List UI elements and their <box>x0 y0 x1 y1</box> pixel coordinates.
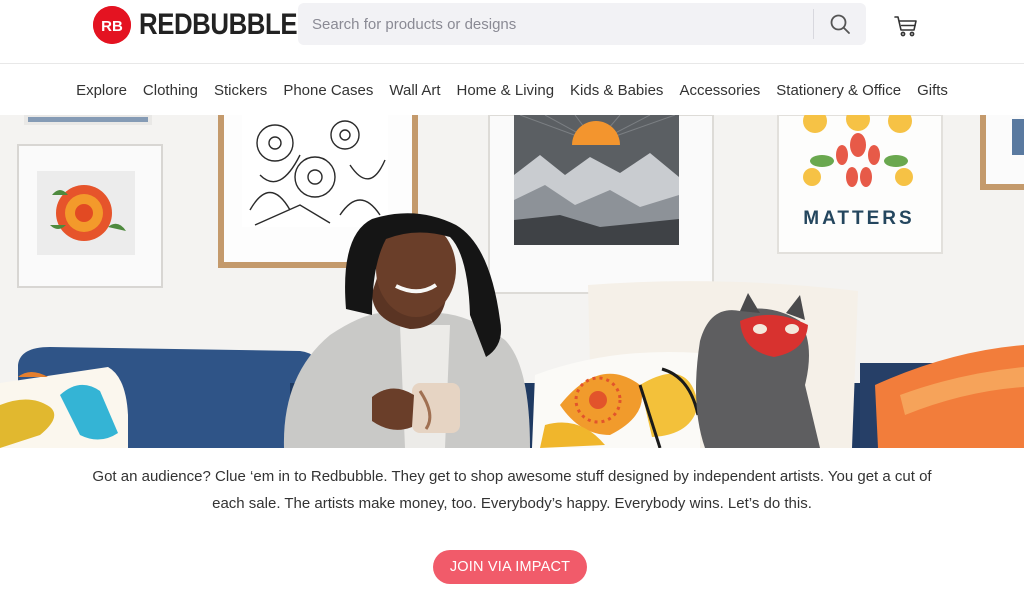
site-header: RB REDBUBBLE <box>0 0 1024 64</box>
cat-with-mask <box>696 293 820 448</box>
cart-icon <box>894 16 917 37</box>
nav-item-accessories[interactable]: Accessories <box>671 82 768 99</box>
search-bar <box>298 3 866 45</box>
nav-item-wall-art[interactable]: Wall Art <box>381 82 448 99</box>
framed-sunset-print <box>488 115 714 294</box>
category-nav: Explore Clothing Stickers Phone Cases Wa… <box>0 65 1024 115</box>
nav-item-stationery-office[interactable]: Stationery & Office <box>768 82 909 99</box>
nav-item-home-living[interactable]: Home & Living <box>449 82 563 99</box>
hero-image: MATTERS <box>0 115 1024 448</box>
search-button[interactable] <box>814 3 866 45</box>
framed-matters-poster: MATTERS <box>777 115 943 254</box>
nav-item-explore[interactable]: Explore <box>68 82 135 99</box>
framed-flower-print <box>17 144 163 288</box>
nav-item-phone-cases[interactable]: Phone Cases <box>275 82 381 99</box>
poster-text: MATTERS <box>803 208 914 229</box>
affiliate-description: Got an audience? Clue ‘em in to Redbubbl… <box>92 463 932 517</box>
logo-mark-text: RB <box>101 18 123 35</box>
search-input[interactable] <box>298 3 813 45</box>
join-via-impact-button[interactable]: JOIN VIA IMPACT <box>433 550 587 584</box>
nav-item-clothing[interactable]: Clothing <box>135 82 206 99</box>
nav-item-stickers[interactable]: Stickers <box>206 82 275 99</box>
nav-item-kids-babies[interactable]: Kids & Babies <box>562 82 671 99</box>
logo-mark-icon: RB <box>93 6 131 44</box>
description-line-1: Got an audience? Clue ‘em in to Redbubbl… <box>92 468 932 485</box>
search-icon <box>830 14 850 34</box>
redbubble-logo[interactable]: RB REDBUBBLE <box>93 6 323 44</box>
hero-illustration: MATTERS <box>0 115 1024 448</box>
nav-item-gifts[interactable]: Gifts <box>909 82 956 99</box>
cart-button[interactable] <box>892 12 920 40</box>
description-line-2: each sale. The artists make money, too. … <box>212 495 812 512</box>
logo-wordmark: REDBUBBLE <box>139 8 298 41</box>
